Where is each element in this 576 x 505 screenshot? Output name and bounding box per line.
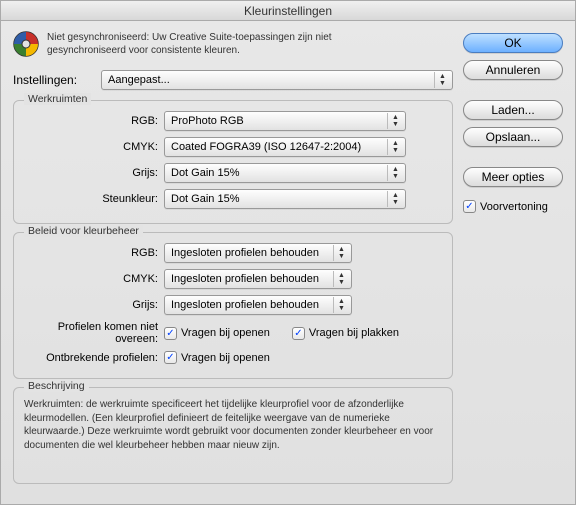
load-button[interactable]: Laden...: [463, 100, 563, 120]
checkmark-icon: ✓: [463, 200, 476, 213]
policies-fieldset: Beleid voor kleurbeheer RGB: Ingesloten …: [13, 232, 453, 379]
policy-cmyk-label: CMYK:: [24, 273, 158, 285]
policies-legend: Beleid voor kleurbeheer: [24, 225, 143, 237]
workspaces-legend: Werkruimten: [24, 93, 91, 105]
description-legend: Beschrijving: [24, 380, 89, 392]
left-column: Niet gesynchroniseerd: Uw Creative Suite…: [13, 31, 453, 492]
save-button[interactable]: Opslaan...: [463, 127, 563, 147]
policy-rgb-label: RGB:: [24, 247, 158, 259]
description-text: Werkruimten: de werkruimte specificeert …: [24, 398, 442, 452]
steunkleur-dropdown[interactable]: Dot Gain 15%▲▼: [164, 189, 406, 209]
window-title: Kleurinstellingen: [1, 1, 575, 21]
policy-cmyk-dropdown[interactable]: Ingesloten profielen behouden▲▼: [164, 269, 352, 289]
cancel-button[interactable]: Annuleren: [463, 60, 563, 80]
content: Niet gesynchroniseerd: Uw Creative Suite…: [1, 21, 575, 504]
grijs-label: Grijs:: [24, 167, 158, 179]
chevron-updown-icon: ▲▼: [387, 113, 403, 129]
chevron-updown-icon: ▲▼: [333, 297, 349, 313]
color-settings-dialog: Kleurinstellingen Niet gesynchroniseerd:…: [0, 0, 576, 505]
chevron-updown-icon: ▲▼: [333, 245, 349, 261]
grijs-dropdown[interactable]: Dot Gain 15%▲▼: [164, 163, 406, 183]
chevron-updown-icon: ▲▼: [434, 72, 450, 88]
workspaces-fieldset: Werkruimten RGB: ProPhoto RGB▲▼ CMYK: Co…: [13, 100, 453, 224]
settings-row: Instellingen: Aangepast... ▲▼: [13, 70, 453, 90]
warning-icon: [13, 31, 39, 60]
checkmark-icon: ✓: [164, 351, 177, 364]
ask-open-missing-checkbox[interactable]: ✓Vragen bij openen: [164, 351, 270, 364]
ask-open-mismatch-checkbox[interactable]: ✓Vragen bij openen: [164, 327, 270, 340]
settings-label: Instellingen:: [13, 73, 93, 87]
cmyk-label: CMYK:: [24, 141, 158, 153]
preview-checkbox[interactable]: ✓Voorvertoning: [463, 200, 548, 213]
ask-paste-checkbox[interactable]: ✓Vragen bij plakken: [292, 327, 399, 340]
policy-grijs-label: Grijs:: [24, 299, 158, 311]
cmyk-dropdown[interactable]: Coated FOGRA39 (ISO 12647-2:2004)▲▼: [164, 137, 406, 157]
settings-value: Aangepast...: [108, 74, 170, 86]
steunkleur-label: Steunkleur:: [24, 193, 158, 205]
checkmark-icon: ✓: [292, 327, 305, 340]
right-column: OK Annuleren Laden... Opslaan... Meer op…: [463, 31, 563, 492]
missing-label: Ontbrekende profielen:: [24, 352, 158, 364]
ok-button[interactable]: OK: [463, 33, 563, 53]
policy-grijs-dropdown[interactable]: Ingesloten profielen behouden▲▼: [164, 295, 352, 315]
mismatch-label: Profielen komen niet overeen:: [24, 321, 158, 345]
policy-rgb-dropdown[interactable]: Ingesloten profielen behouden▲▼: [164, 243, 352, 263]
warning-text: Niet gesynchroniseerd: Uw Creative Suite…: [47, 31, 337, 57]
rgb-dropdown[interactable]: ProPhoto RGB▲▼: [164, 111, 406, 131]
more-options-button[interactable]: Meer opties: [463, 167, 563, 187]
description-fieldset: Beschrijving Werkruimten: de werkruimte …: [13, 387, 453, 484]
rgb-label: RGB:: [24, 115, 158, 127]
chevron-updown-icon: ▲▼: [387, 139, 403, 155]
checkmark-icon: ✓: [164, 327, 177, 340]
chevron-updown-icon: ▲▼: [387, 191, 403, 207]
settings-dropdown[interactable]: Aangepast... ▲▼: [101, 70, 453, 90]
sync-warning: Niet gesynchroniseerd: Uw Creative Suite…: [13, 31, 453, 60]
chevron-updown-icon: ▲▼: [333, 271, 349, 287]
chevron-updown-icon: ▲▼: [387, 165, 403, 181]
